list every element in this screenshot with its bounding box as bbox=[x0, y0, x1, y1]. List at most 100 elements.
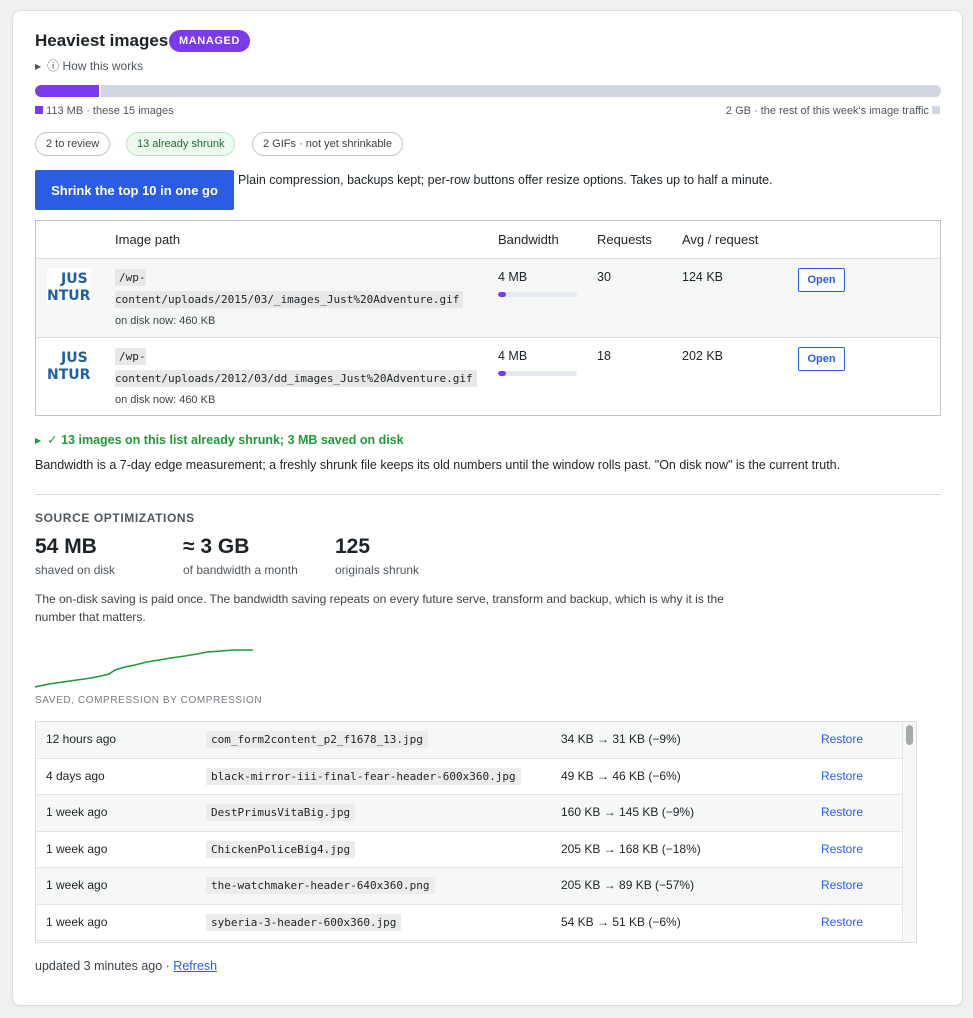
traffic-share-divider bbox=[99, 85, 101, 97]
history-row: 1 week ago DestPrimusVitaBig.jpg 160 KB … bbox=[36, 795, 902, 832]
history-row: 4 days ago black-mirror-iii-final-fear-h… bbox=[36, 759, 902, 795]
traffic-share-bar bbox=[35, 85, 941, 97]
image-thumbnail: JUS NTUR bbox=[47, 347, 91, 383]
svg-text:NTUR: NTUR bbox=[47, 288, 91, 304]
already-shrunk-label: ✓ 13 images on this list already shrunk;… bbox=[47, 433, 404, 447]
history-size: 34 KB → 31 KB (−9%) bbox=[561, 732, 681, 746]
section-divider bbox=[35, 494, 941, 495]
heaviest-images-table: Image path Bandwidth Requests Avg / requ… bbox=[35, 220, 941, 416]
savings-sparkline bbox=[35, 649, 253, 688]
history-time: 1 week ago bbox=[46, 914, 108, 929]
card-title: Heaviest images bbox=[35, 31, 169, 50]
history-size: 49 KB → 46 KB (−6%) bbox=[561, 768, 681, 783]
bandwidth-value: 4 MB bbox=[498, 349, 528, 363]
history-size: 54 KB → 51 KB (−6%) bbox=[561, 914, 681, 929]
image-path: /wp-content/uploads/2012/03/dd_images_Ju… bbox=[115, 346, 477, 390]
compression-history-list: 12 hours ago com_form2content_p2_f1678_1… bbox=[35, 721, 917, 943]
on-disk-size: on disk now: 460 KB bbox=[115, 315, 216, 327]
restore-link[interactable]: Restore bbox=[821, 915, 863, 929]
history-file: black-mirror-iii-final-fear-header-600x3… bbox=[206, 767, 521, 785]
heaviest-images-card: Heaviest images MANAGED ▶ ⓘ How this work… bbox=[12, 10, 963, 1006]
history-time: 1 week ago bbox=[46, 878, 108, 892]
bandwidth-value: 4 MB bbox=[498, 270, 528, 284]
stat-originals-label: originals shrunk bbox=[335, 563, 420, 577]
history-row: 1 week ago the-watchmaker-header-640x360… bbox=[36, 868, 902, 905]
svg-text:JUS: JUS bbox=[60, 350, 88, 366]
stat-bandwidth-value: ≈ 3 GB bbox=[183, 535, 250, 558]
history-file: ChickenPoliceBig4.jpg bbox=[206, 840, 356, 858]
svg-text:JUS: JUS bbox=[60, 271, 88, 287]
svg-text:NTUR: NTUR bbox=[47, 367, 91, 383]
restore-link[interactable]: Restore bbox=[821, 842, 863, 856]
traffic-legend-images-label: 113 MB · these 15 images bbox=[46, 105, 174, 117]
shrink-top-10-button[interactable]: Shrink the top 10 in one go bbox=[35, 170, 234, 210]
history-row: 1 week ago ChickenPoliceBig4.jpg 205 KB … bbox=[36, 832, 902, 868]
restore-link[interactable]: Restore bbox=[821, 769, 863, 783]
source-optimizations-heading: SOURCE OPTIMIZATIONS bbox=[35, 511, 195, 525]
stat-disk-value: 54 MB bbox=[35, 535, 97, 558]
bandwidth-mini-fill bbox=[498, 292, 506, 297]
bandwidth-mini-fill bbox=[498, 371, 506, 376]
filter-pill-already-shrunk[interactable]: 13 already shrunk bbox=[126, 132, 236, 156]
avg-request-value: 202 KB bbox=[682, 349, 724, 363]
column-header-image-path: Image path bbox=[115, 232, 181, 247]
open-button[interactable]: Open bbox=[798, 347, 845, 371]
history-file: DestPrimusVitaBig.jpg bbox=[206, 804, 356, 821]
column-header-bandwidth: Bandwidth bbox=[498, 232, 559, 247]
on-disk-size: on disk now: 460 KB bbox=[115, 394, 216, 406]
requests-value: 18 bbox=[597, 349, 611, 363]
filter-pill-gifs[interactable]: 2 GIFs · not yet shrinkable bbox=[252, 132, 403, 156]
updated-status: updated 3 minutes ago · Refresh bbox=[35, 959, 217, 973]
history-file: the-watchmaker-header-640x360.png bbox=[206, 877, 435, 894]
column-header-avg-request: Avg / request bbox=[682, 232, 759, 247]
bandwidth-mini-bar bbox=[498, 371, 577, 376]
restore-link[interactable]: Restore bbox=[821, 878, 863, 892]
history-file: com_form2content_p2_f1678_13.jpg bbox=[206, 731, 428, 748]
already-shrunk-toggle[interactable]: ▶ ✓ 13 images on this list already shrunk… bbox=[35, 432, 404, 447]
stat-disk-label: shaved on disk bbox=[35, 563, 116, 577]
history-size: 205 KB → 168 KB (−18%) bbox=[561, 841, 701, 856]
history-file: syberia-3-header-600x360.jpg bbox=[206, 913, 402, 931]
traffic-legend-rest-label: 2 GB · the rest of this week's image tra… bbox=[725, 105, 929, 117]
restore-link[interactable]: Restore bbox=[821, 732, 863, 746]
column-header-requests: Requests bbox=[597, 232, 652, 247]
refresh-link[interactable]: Refresh bbox=[173, 959, 217, 973]
history-row: 12 hours ago com_form2content_p2_f1678_1… bbox=[36, 722, 902, 759]
bandwidth-note: Bandwidth is a 7-day edge measurement; a… bbox=[35, 458, 841, 472]
bandwidth-mini-bar bbox=[498, 292, 577, 297]
avg-request-value: 124 KB bbox=[682, 270, 724, 284]
history-size: 205 KB → 89 KB (−57%) bbox=[561, 878, 695, 892]
open-button[interactable]: Open bbox=[798, 268, 845, 292]
how-this-works-toggle[interactable]: ▶ ⓘ How this works bbox=[35, 57, 143, 74]
updated-label: updated 3 minutes ago · bbox=[35, 959, 174, 973]
sparkline-path bbox=[35, 649, 253, 688]
traffic-legend-rest: 2 GB · the rest of this week's image tra… bbox=[726, 105, 940, 117]
disclosure-triangle-icon: ▶ bbox=[35, 436, 42, 445]
filter-pill-to-review[interactable]: 2 to review bbox=[35, 132, 111, 156]
restore-link[interactable]: Restore bbox=[821, 805, 863, 819]
history-time: 4 days ago bbox=[46, 768, 105, 783]
disclosure-triangle-icon: ▶ bbox=[35, 62, 42, 71]
requests-value: 30 bbox=[597, 270, 611, 284]
source-explanation: The on-disk saving is paid once. The ban… bbox=[35, 592, 724, 624]
scrollbar-thumb[interactable] bbox=[906, 725, 913, 745]
history-time: 12 hours ago bbox=[46, 732, 117, 746]
history-row: 1 week ago syberia-3-header-600x360.jpg … bbox=[36, 905, 902, 941]
purple-swatch-icon bbox=[35, 106, 43, 114]
history-time: 1 week ago bbox=[46, 841, 108, 856]
history-time: 1 week ago bbox=[46, 805, 108, 819]
stat-bandwidth-label: of bandwidth a month bbox=[183, 563, 298, 577]
how-this-works-label: ⓘ How this works bbox=[47, 59, 144, 73]
history-size: 160 KB → 145 KB (−9%) bbox=[561, 805, 695, 819]
shrink-description: Plain compression, backups kept; per-row… bbox=[238, 173, 773, 187]
traffic-share-fill bbox=[35, 85, 99, 97]
traffic-legend-images: 113 MB · these 15 images bbox=[35, 105, 174, 117]
history-scrollbar[interactable] bbox=[902, 722, 916, 942]
image-path: /wp-content/uploads/2015/03/_images_Just… bbox=[115, 267, 465, 311]
table-row: JUS NTUR /wp-content/uploads/2015/03/_im… bbox=[36, 258, 940, 337]
stat-originals-value: 125 bbox=[335, 535, 371, 558]
managed-badge: MANAGED bbox=[169, 30, 251, 52]
table-row: JUS NTUR /wp-content/uploads/2012/03/dd_… bbox=[36, 337, 940, 415]
grey-swatch-icon bbox=[932, 106, 940, 114]
image-thumbnail: JUS NTUR bbox=[47, 268, 91, 304]
